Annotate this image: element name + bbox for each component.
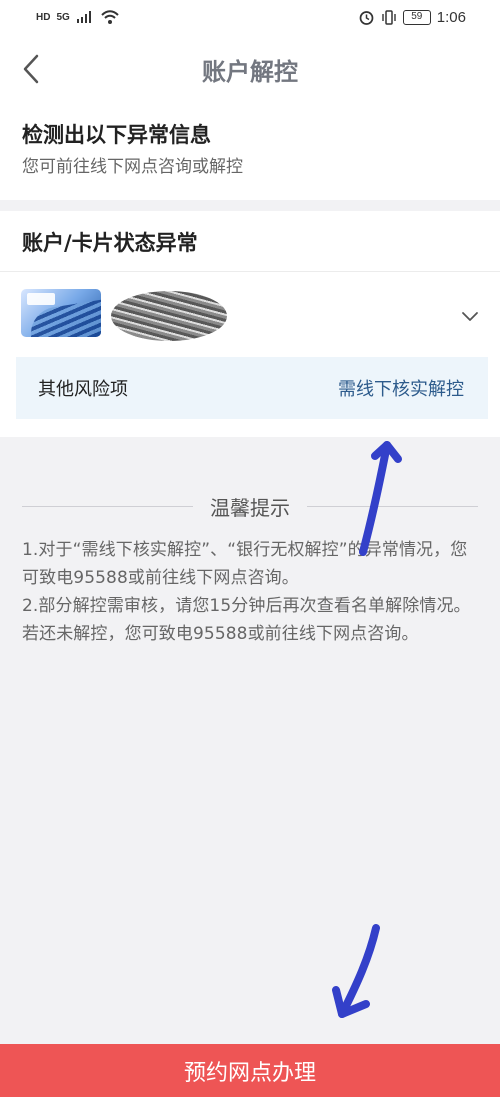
status-right: 59 1:06 [358,9,466,26]
top-navigation: 账户解控 [0,34,500,104]
warning-subtitle: 您可前往线下网点咨询或解控 [22,157,243,177]
wifi-icon [101,10,119,24]
tip-line-2: 2.部分解控需审核，请您15分钟后再次查看名单解除情况。若还未解控，您可致电95… [22,596,471,644]
annotation-arrow-down-icon [332,924,380,1018]
book-outlet-button[interactable]: 预约网点办理 [0,1044,500,1097]
bank-card-image [21,289,101,337]
status-bar: HD 5G 59 1:06 [0,0,500,34]
tip-line-1: 1.对于“需线下核实解控”、“银行无权解控”的异常情况，您可致电95588或前往… [22,540,468,588]
risk-label: 其他风险项 [38,379,128,400]
risk-item-row[interactable]: 其他风险项 需线下核实解控 [16,357,488,419]
battery-icon: 59 [402,9,431,25]
risk-action-link[interactable]: 需线下核实解控 [338,375,464,401]
tip-heading-row: 温馨提示 [22,493,478,523]
vibrate-icon [382,9,396,25]
network-label: 5G [56,11,70,23]
signal-icon [76,11,91,23]
alarm-icon [359,10,374,25]
status-left: HD 5G [36,9,120,25]
masked-card-number [111,291,227,341]
warning-card: 检测出以下异常信息 您可前往线下网点咨询或解控 [0,104,500,200]
warning-title: 检测出以下异常信息 [22,123,211,147]
tips-section: 温馨提示 1.对于“需线下核实解控”、“银行无权解控”的异常情况，您可致电955… [22,493,478,648]
bank-card-row[interactable] [0,273,500,357]
time-text: 1:06 [436,8,466,26]
tip-text: 1.对于“需线下核实解控”、“银行无权解控”的异常情况，您可致电95588或前往… [22,536,478,648]
chevron-down-icon[interactable] [459,305,481,327]
hd-badge: HD [36,11,51,23]
bank-card-logo [27,293,55,305]
account-status-title: 账户/卡片状态异常 [0,211,500,272]
page-title: 账户解控 [202,58,298,86]
account-status-card: 账户/卡片状态异常 其他风险项 需线下核实解控 [0,211,500,437]
tip-heading: 温馨提示 [193,493,307,523]
